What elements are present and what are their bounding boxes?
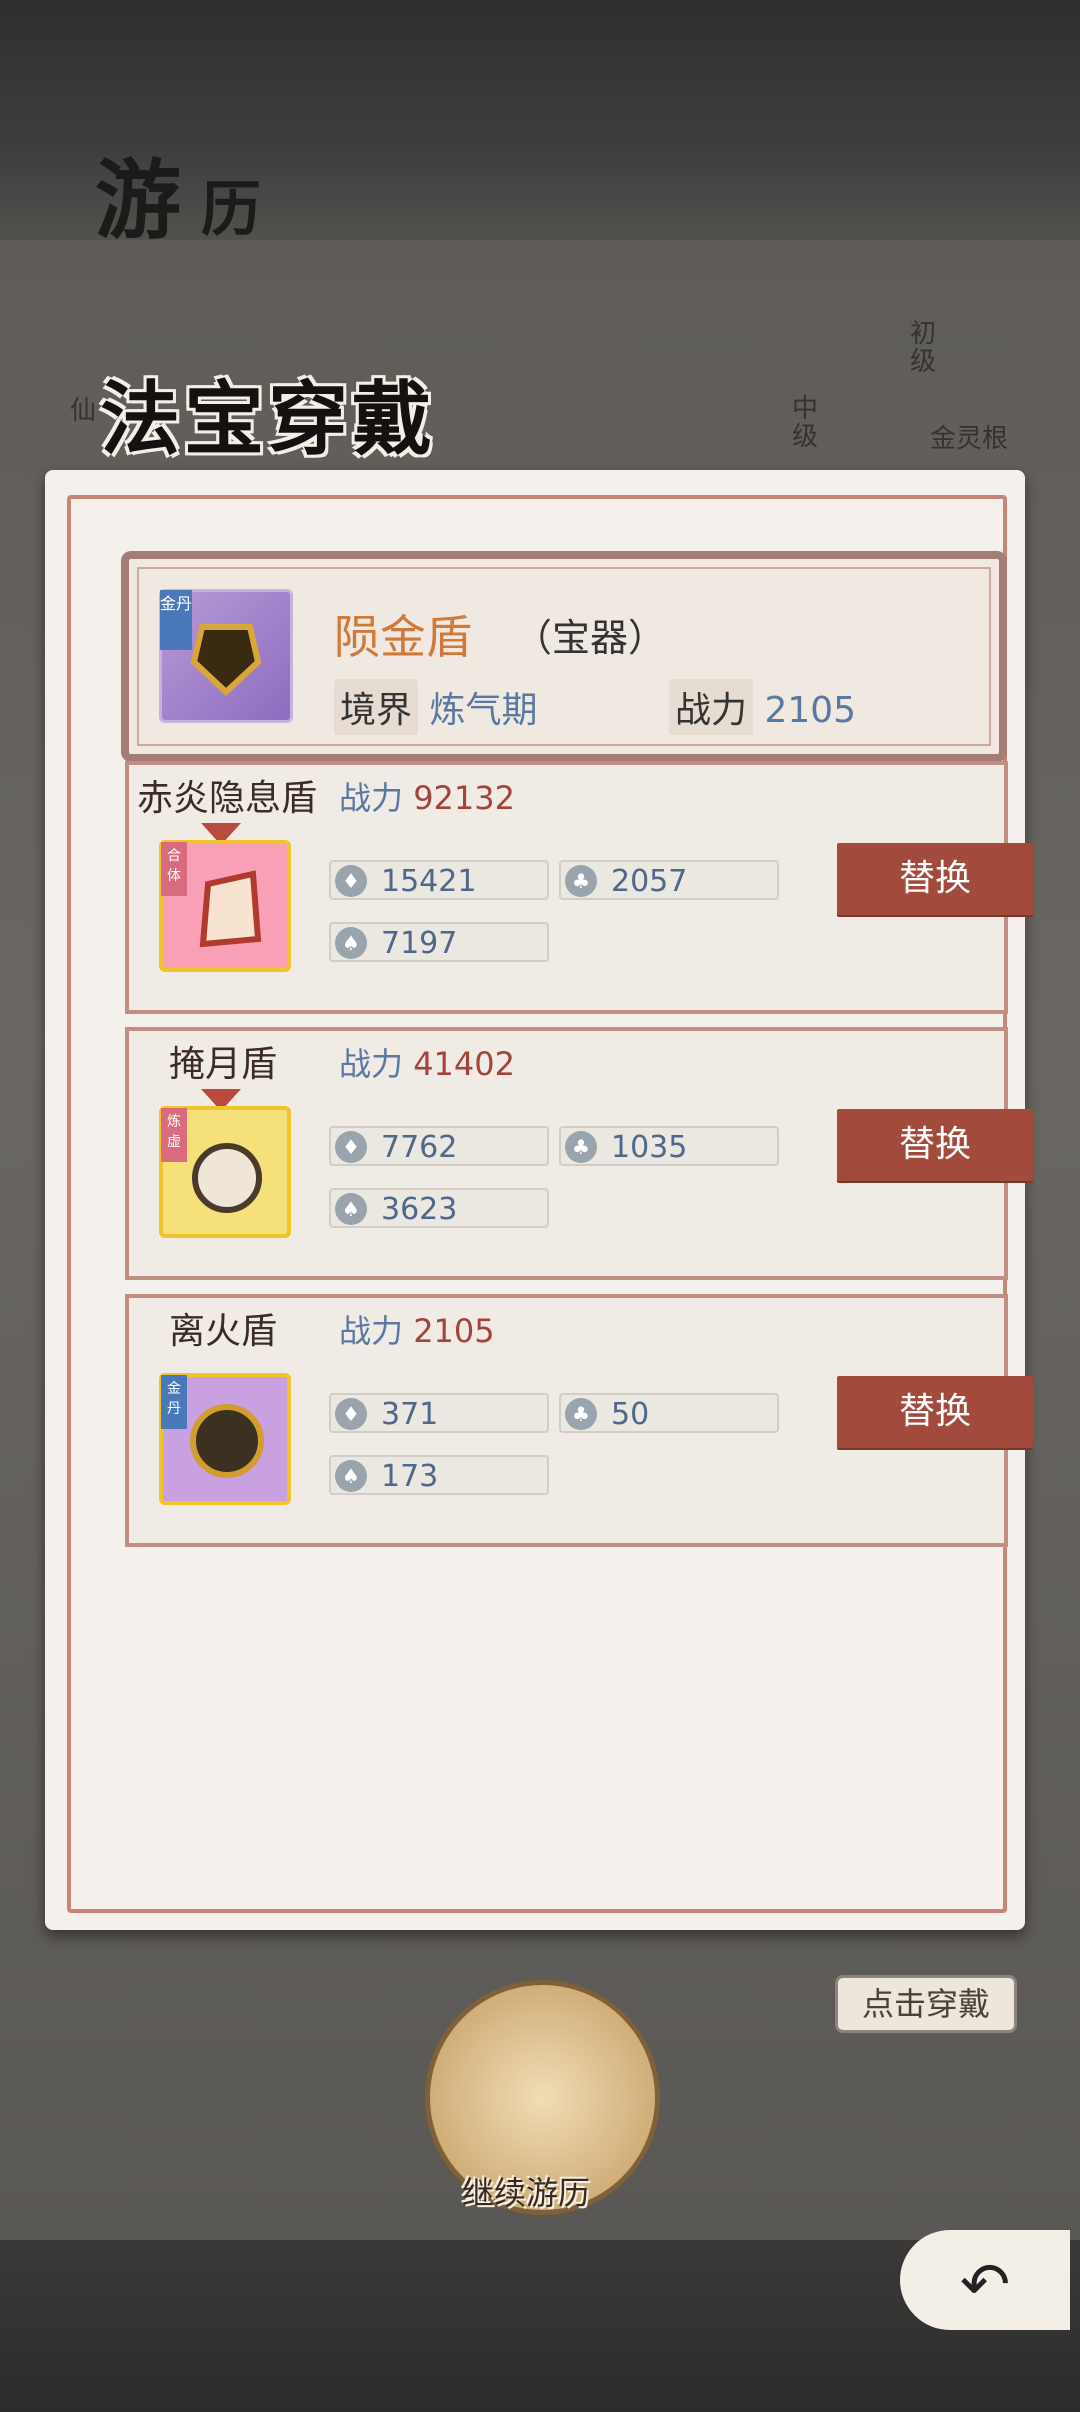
candidate-card: 赤炎隐息盾 战力 92132 合体 ♦ 15421 ♣ 2057 ♠ 7197 …: [125, 761, 1033, 1014]
candidate-name: 掩月盾: [169, 1044, 278, 1085]
dialog-title: 法宝穿戴: [100, 372, 436, 466]
candidate-name: 离火盾: [169, 1311, 278, 1352]
replace-button[interactable]: 替换: [837, 1376, 1033, 1448]
realm-value: 炼气期: [429, 690, 538, 731]
stat-defense: ♠ 173: [329, 1455, 549, 1495]
stat-defense: ♠ 3623: [329, 1188, 549, 1228]
candidate-card: 离火盾 战力 2105 金丹 ♦ 371 ♣ 50 ♠ 173 替换: [125, 1294, 1033, 1547]
grade-tag: 合体: [161, 842, 187, 896]
current-item-icon[interactable]: 金丹: [159, 589, 293, 723]
golden-root-label[interactable]: 金灵根: [930, 418, 1008, 455]
power-row: 战力 2105: [669, 679, 856, 735]
page-title: 游历: [95, 130, 281, 255]
realm-row: 境界 炼气期: [334, 679, 537, 735]
dialog-frame: 金丹 陨金盾 （宝器） 境界 炼气期 战力 2105 赤炎隐息盾 战力 9213…: [67, 495, 1033, 1913]
stat-defense: ♠ 7197: [329, 922, 549, 962]
current-item-type: （宝器）: [514, 616, 667, 660]
rank-badge-junior[interactable]: 初级: [910, 320, 940, 376]
fire-icon: ♦: [335, 1131, 367, 1163]
fire-icon: ♦: [335, 1398, 367, 1430]
continue-travel-label[interactable]: 继续游历: [462, 2168, 590, 2214]
power-label: 战力: [669, 679, 754, 735]
stat-attack: ♣ 2057: [559, 860, 779, 900]
shield-icon: ♠: [335, 927, 367, 959]
equip-dialog: 金丹 陨金盾 （宝器） 境界 炼气期 战力 2105 赤炎隐息盾 战力 9213…: [45, 470, 1033, 1930]
candidate-icon[interactable]: 炼虚: [159, 1106, 291, 1238]
stat-fire: ♦ 7762: [329, 1126, 549, 1166]
shield-icon: ♠: [335, 1460, 367, 1492]
grade-tag: 金丹: [160, 590, 192, 650]
title-char-1: 游: [95, 150, 201, 251]
attack-icon: ♣: [565, 1131, 597, 1163]
realm-label: 境界: [334, 679, 419, 735]
grade-tag: 炼虚: [161, 1108, 187, 1162]
candidate-icon[interactable]: 合体: [159, 840, 291, 972]
stat-attack: ♣ 1035: [559, 1126, 779, 1166]
replace-button[interactable]: 替换: [837, 843, 1033, 915]
click-to-wear-button[interactable]: 点击穿戴: [835, 1975, 1017, 2033]
stat-fire: ♦ 15421: [329, 860, 549, 900]
power-value: 2105: [764, 690, 857, 731]
candidate-power: 战力 2105: [339, 1312, 495, 1350]
stat-attack: ♣ 50: [559, 1393, 779, 1433]
candidate-card: 掩月盾 战力 41402 炼虚 ♦ 7762 ♣ 1035 ♠ 3623 替换: [125, 1027, 1033, 1280]
current-item-card: 金丹 陨金盾 （宝器） 境界 炼气期 战力 2105: [121, 551, 1007, 762]
shield-icon: ♠: [335, 1193, 367, 1225]
candidate-name: 赤炎隐息盾: [137, 778, 318, 819]
attack-icon: ♣: [565, 1398, 597, 1430]
fire-icon: ♦: [335, 865, 367, 897]
rank-badge-mid[interactable]: 中级: [792, 395, 822, 451]
candidate-icon[interactable]: 金丹: [159, 1373, 291, 1505]
attack-icon: ♣: [565, 865, 597, 897]
title-char-2: 历: [201, 175, 281, 245]
candidate-power: 战力 92132: [339, 779, 515, 817]
side-label-xian: 仙: [70, 396, 97, 426]
grade-tag: 金丹: [161, 1375, 187, 1429]
candidate-power: 战力 41402: [339, 1045, 515, 1083]
back-arrow-icon[interactable]: ↶: [960, 2250, 1010, 2320]
replace-button[interactable]: 替换: [837, 1109, 1033, 1181]
stat-fire: ♦ 371: [329, 1393, 549, 1433]
current-item-name: 陨金盾: [334, 610, 472, 664]
